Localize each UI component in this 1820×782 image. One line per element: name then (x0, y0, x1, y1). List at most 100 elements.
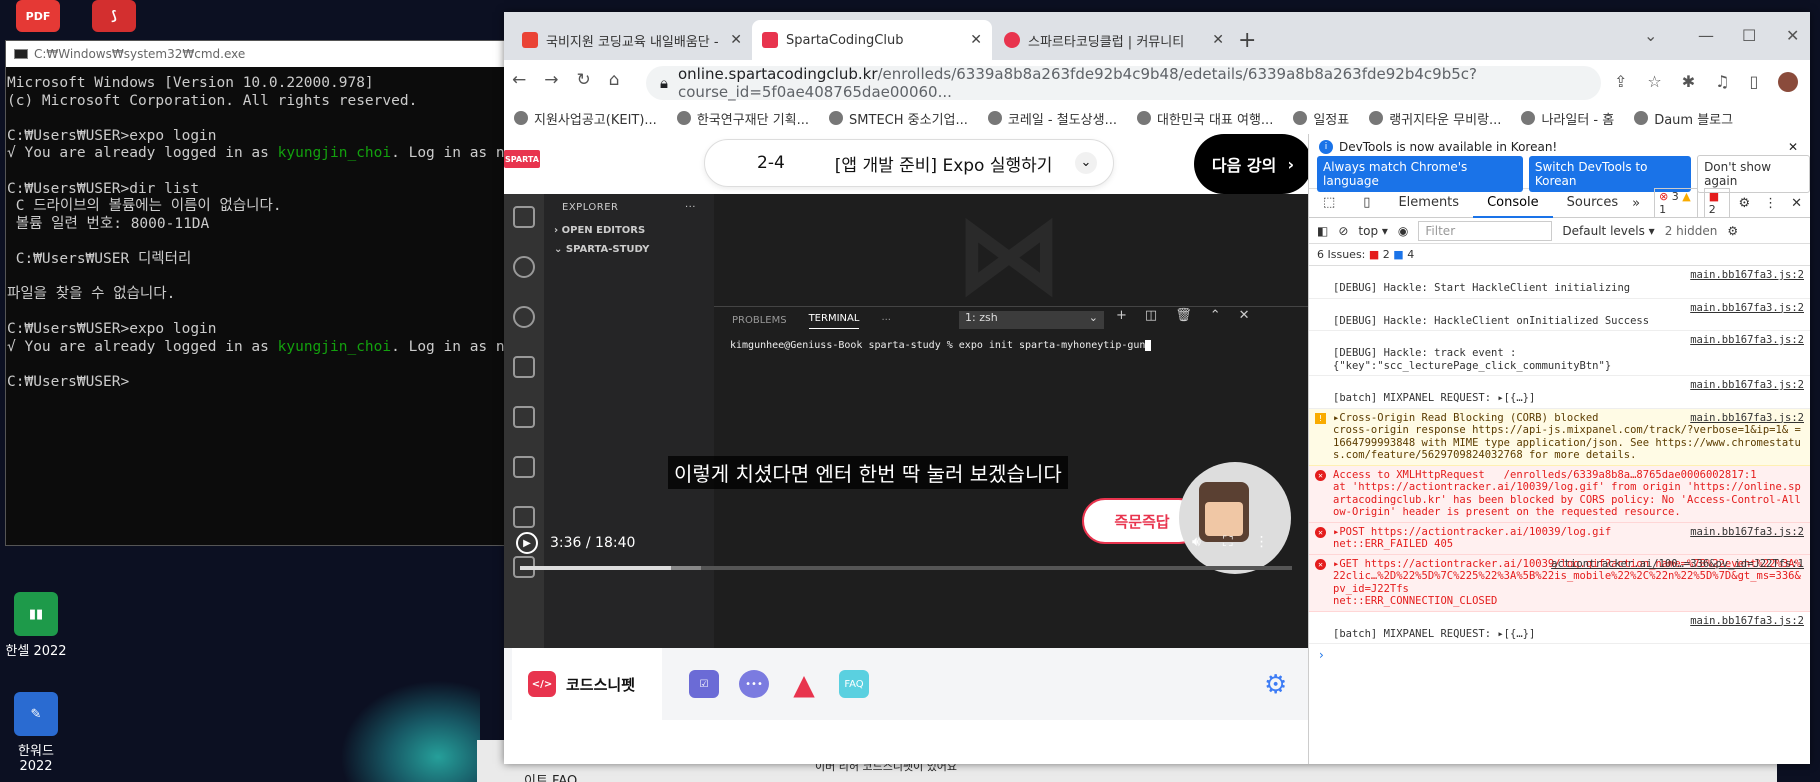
console-message[interactable]: ✕ Access to XMLHttpRequest /enrolleds/633… (1309, 465, 1810, 523)
console-message[interactable]: main.bb167fa3.js:2 [DEBUG] Hackle: Start … (1309, 266, 1810, 299)
inspect-icon[interactable]: ⬚ (1309, 188, 1349, 218)
sparta-logo[interactable]: SPARTA (504, 150, 540, 168)
forward-icon[interactable]: → (544, 70, 558, 90)
console-message[interactable]: ✕ main.bb167fa3.js:2 ▸POST https://actiont… (1309, 522, 1810, 555)
tab-search-icon[interactable]: ⌄ (1644, 26, 1657, 45)
extensions-icon[interactable]: ✱ (1682, 72, 1695, 92)
source-link[interactable]: main.bb167fa3.js:2 (1690, 302, 1804, 315)
desktop-icon-hancell[interactable]: ▮▮ 한셀 2022 (4, 592, 68, 659)
source-link[interactable]: main.bb167fa3.js:2 (1690, 526, 1804, 539)
source-link[interactable]: main.bb167fa3.js:2 (1690, 615, 1804, 628)
console-message[interactable]: ! main.bb167fa3.js:2 ▸Cross-Origin Read Bl… (1309, 408, 1810, 466)
desktop-icon-acrobat[interactable]: ⟆ (82, 0, 146, 36)
desktop-icon-hanword[interactable]: ✎ 한워드 2022 (4, 692, 68, 774)
play-icon[interactable]: ▶ (516, 532, 538, 554)
lecture-selector[interactable]: 2-4 [앱 개발 준비] Expo 실행하기 ⌄ (704, 139, 1114, 187)
console-prompt[interactable]: › (1309, 644, 1810, 666)
console-message[interactable]: ✕ actiontracker.ai/100…=336&pv_id=J22Tfs:… (1309, 554, 1810, 612)
close-icon[interactable]: ✕ (1783, 196, 1810, 211)
address-bar[interactable]: 🔒︎ online.spartacodingclub.kr/enrolleds/… (646, 65, 1601, 101)
next-lecture-button[interactable]: 다음 강의 › (1194, 134, 1312, 194)
code-snippet-tab[interactable]: </> 코드스니펫 (512, 648, 662, 720)
tab-2[interactable]: SpartaCodingClub ✕ (752, 20, 992, 60)
tab-sources[interactable]: Sources (1553, 188, 1632, 218)
cmd-line (7, 163, 514, 181)
close-icon[interactable]: ✕ (970, 32, 982, 48)
share-icon[interactable]: ⇪ (1614, 72, 1627, 92)
back-icon[interactable]: ← (512, 70, 526, 90)
match-language-button[interactable]: Always match Chrome's language (1317, 156, 1523, 192)
error-badge[interactable]: ⊗ 3 ▲ 1 (1654, 188, 1698, 218)
clear-icon[interactable]: ⊘ (1338, 224, 1348, 238)
bookmark-item[interactable]: 한국연구재단 기획... (667, 109, 819, 128)
chat-icon[interactable]: ••• (739, 670, 769, 698)
levels-select[interactable]: Default levels ▾ (1562, 224, 1654, 238)
tab-elements[interactable]: Elements (1384, 188, 1473, 218)
browser-window[interactable]: 국비지원 코딩교육 내일배움단 - ✕ SpartaCodingClub ✕ 스… (504, 12, 1820, 764)
cmd-titlebar[interactable]: C:₩Windows₩system32₩cmd.exe (6, 41, 514, 67)
source-link[interactable]: main.bb167fa3.js:2 (1690, 269, 1804, 282)
bookmark-item[interactable]: SMTECH 중소기업... (819, 109, 978, 128)
error-icon: ✕ (1315, 469, 1326, 481)
hancell-icon: ▮▮ (14, 592, 58, 636)
sidepanel-icon[interactable]: ▯ (1750, 72, 1759, 92)
tab-1[interactable]: 국비지원 코딩교육 내일배움단 - ✕ (512, 20, 752, 60)
cmd-output[interactable]: Microsoft Windows [Version 10.0.22000.97… (6, 67, 540, 392)
desktop-icon-pdf[interactable]: PDF (6, 0, 70, 36)
cmd-window[interactable]: C:₩Windows₩system32₩cmd.exe Microsoft Wi… (5, 40, 540, 546)
settings-icon[interactable]: ⚙ (1730, 196, 1758, 211)
issues-bar[interactable]: 6 Issues: ■ 2 ■ 4 (1309, 244, 1810, 266)
settings-icon[interactable]: ⚙ (1727, 224, 1738, 238)
bookmark-item[interactable]: 나라일터 - 홈 (1511, 109, 1624, 128)
video-progress[interactable] (520, 566, 1292, 570)
device-icon[interactable]: ▯ (1349, 188, 1384, 218)
video-player[interactable]: EXPLORER ··· › OPEN EDITORS ⌄ SPARTA-STUD… (504, 194, 1308, 648)
volume-icon[interactable]: 🔊︎ (1192, 534, 1201, 550)
console-message[interactable]: main.bb167fa3.js:2 [batch] MIXPANEL REQUE… (1309, 612, 1810, 644)
close-window-button[interactable]: ✕ (1786, 26, 1799, 45)
bookmark-item[interactable]: 코레일 - 철도상생... (978, 109, 1127, 128)
bookmark-item[interactable]: 랭귀지타운 무비랑... (1359, 109, 1511, 128)
bookmark-item[interactable]: 대한민국 대표 여행... (1127, 109, 1283, 128)
sidebar-icon[interactable]: ◧ (1317, 224, 1328, 238)
more-icon[interactable]: ⋮ (1255, 534, 1269, 550)
console-log[interactable]: main.bb167fa3.js:2 [DEBUG] Hackle: Start … (1309, 266, 1810, 644)
source-link[interactable]: main.bb167fa3.js:2 (1690, 334, 1804, 347)
reload-icon[interactable]: ↻ (577, 70, 591, 90)
console-message[interactable]: main.bb167fa3.js:2 [batch] MIXPANEL REQUE… (1309, 376, 1810, 409)
tab-3[interactable]: 스파르타코딩클럽 | 커뮤니티 ✕ (994, 20, 1234, 60)
media-icon[interactable]: ♫ (1715, 72, 1729, 92)
bookmark-item[interactable]: Daum 블로그 (1624, 109, 1743, 128)
bookmark-item[interactable]: 일정표 (1283, 109, 1359, 128)
warning-icon[interactable]: ▲ (789, 668, 819, 701)
fullscreen-icon[interactable]: ⛶ (1223, 534, 1233, 550)
source-link[interactable]: main.bb167fa3.js:2 (1690, 379, 1804, 392)
home-icon[interactable]: ⌂ (609, 70, 620, 90)
eye-icon[interactable]: ◉ (1398, 224, 1408, 238)
console-message[interactable]: main.bb167fa3.js:2 [DEBUG] Hackle: Hackle… (1309, 299, 1810, 331)
gear-icon[interactable]: ⚙ (1264, 670, 1287, 700)
console-message[interactable]: main.bb167fa3.js:2 [DEBUG] Hackle: track … (1309, 331, 1810, 376)
close-icon[interactable]: ✕ (1788, 140, 1798, 154)
switch-korean-button[interactable]: Switch DevTools to Korean (1528, 156, 1692, 192)
source-link[interactable]: main.bb167fa3.js:2 (1690, 412, 1804, 425)
avatar[interactable] (1778, 72, 1799, 92)
notes-icon[interactable]: ☑ (689, 670, 719, 698)
menu-icon[interactable]: ⋮ (1758, 196, 1783, 211)
more-tabs-icon[interactable]: » (1632, 196, 1640, 211)
cmd-line: C:₩Users₩USER>dir list (7, 180, 200, 197)
docker-icon (513, 506, 535, 528)
bookmark-item[interactable]: 지원사업공고(KEIT)... (504, 109, 667, 128)
issue-badge[interactable]: ■ 2 (1703, 188, 1731, 218)
filter-input[interactable]: Filter (1418, 220, 1553, 241)
context-select[interactable]: top ▾ (1358, 224, 1388, 238)
close-icon[interactable]: ✕ (730, 32, 742, 48)
close-icon[interactable]: ✕ (1212, 32, 1224, 48)
source-link[interactable]: actiontracker.ai/100…=336&pv_id=J22Tfs:1 (1551, 558, 1804, 571)
new-tab-button[interactable]: + (1238, 28, 1256, 53)
maximize-button[interactable]: ☐ (1742, 26, 1756, 45)
faq-icon[interactable]: FAQ (839, 670, 869, 698)
minimize-button[interactable]: — (1698, 26, 1714, 45)
star-icon[interactable]: ☆ (1647, 72, 1661, 92)
tab-console[interactable]: Console (1473, 188, 1553, 218)
